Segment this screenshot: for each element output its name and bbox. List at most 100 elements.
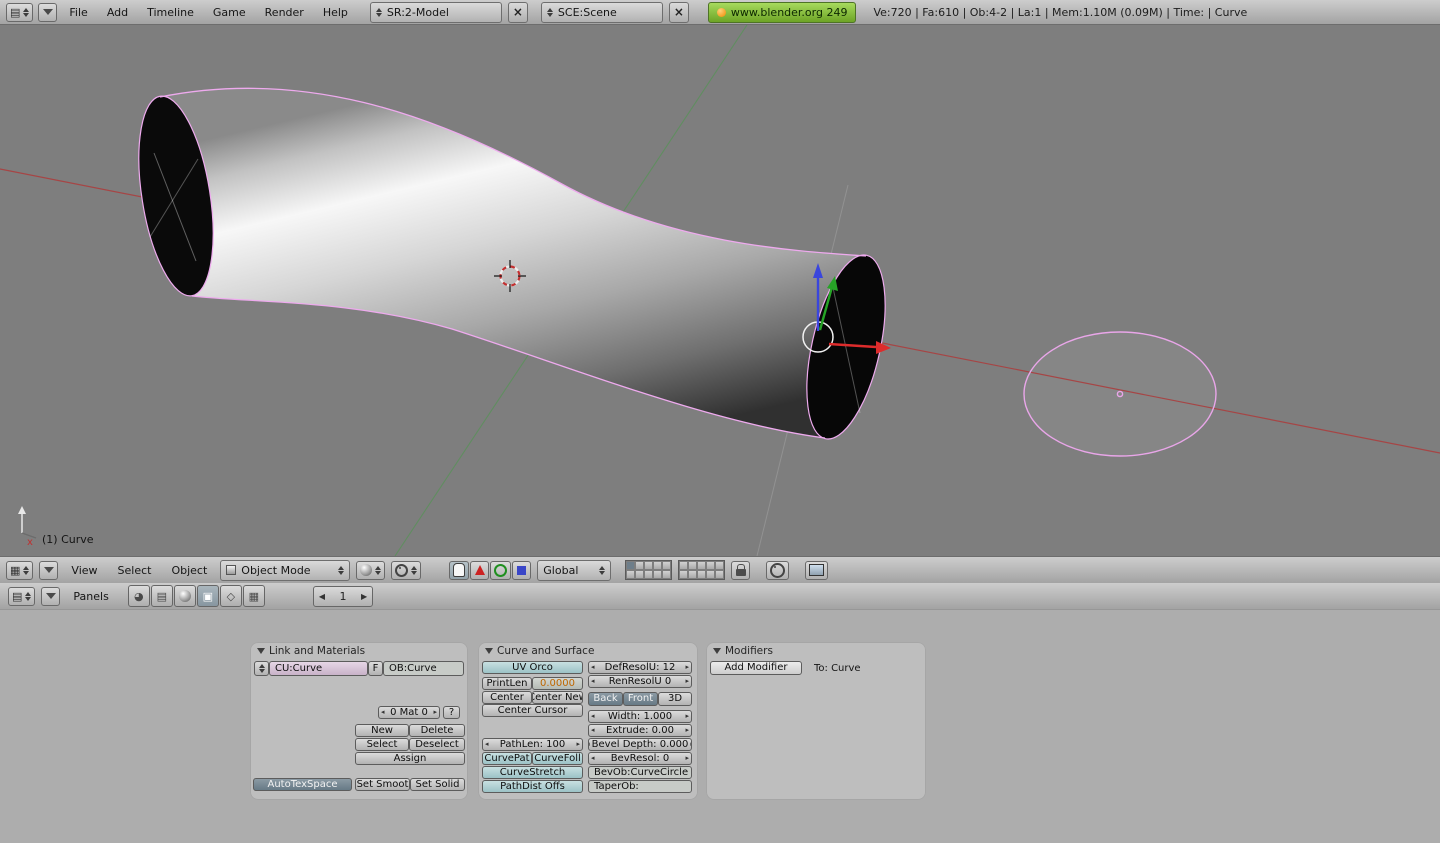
layer-10[interactable] [715,561,725,570]
num-right-icon[interactable]: ▸ [574,741,582,748]
snap-button[interactable] [766,560,790,580]
layer-16[interactable] [679,570,689,579]
printlen-toggle[interactable]: PrintLen [482,677,532,690]
layer-11[interactable] [626,570,636,579]
layer-1[interactable] [626,561,636,570]
layer-19[interactable] [706,570,716,579]
num-left-icon[interactable]: ◂ [483,741,491,748]
material-index-stepper[interactable]: ◂ 0 Mat 0 ▸ [378,706,440,719]
script-context-button[interactable]: ▤ [150,585,173,607]
select-button[interactable]: Select [355,738,409,751]
set-solid-button[interactable]: Set Solid [410,778,465,791]
center-button[interactable]: Center [482,691,532,704]
menu-render[interactable]: Render [258,6,311,19]
panel-collapse-icon[interactable] [713,648,721,654]
num-right-icon[interactable]: ▸ [683,727,691,734]
num-right-icon[interactable]: ▸ [683,678,691,685]
layer-17[interactable] [688,570,698,579]
curvepath-toggle[interactable]: CurvePat [482,752,532,765]
scene-context-button[interactable]: ▦ [242,585,265,607]
num-right-icon[interactable]: ▸ [431,709,439,716]
orientation-selector[interactable]: Global [537,559,612,581]
frame-prev-icon[interactable]: ◀ [314,592,330,601]
panel-collapse-icon[interactable] [257,648,265,654]
menu-add[interactable]: Add [100,6,135,19]
menu-file[interactable]: File [62,6,94,19]
front-toggle[interactable]: Front [623,692,658,706]
scene-delete-button[interactable]: × [668,1,689,23]
num-right-icon[interactable]: ▸ [683,713,691,720]
bevob-field[interactable]: BevOb:CurveCircle [588,766,692,779]
lock-view-button[interactable] [731,560,751,580]
object-name-field[interactable]: OB:Curve [383,661,464,676]
layer-4[interactable] [653,561,663,570]
back-toggle[interactable]: Back [588,692,623,706]
menu-object[interactable]: Object [164,564,214,577]
bevel-depth-field[interactable]: ◂ Bevel Depth: 0.000 ▸ [588,738,692,751]
frame-next-icon[interactable]: ▶ [356,592,372,601]
header-collapse-button[interactable] [38,2,58,22]
layer-6[interactable] [679,561,689,570]
autotexspace-toggle[interactable]: AutoTexSpace [253,778,352,791]
panel-collapse-icon[interactable] [485,648,493,654]
screen-delete-button[interactable]: × [507,1,528,23]
mode-selector[interactable]: Object Mode [220,559,351,581]
layer-buttons-group-1[interactable] [625,560,673,580]
curvefollow-toggle[interactable]: CurveFoll [532,752,583,765]
layer-5[interactable] [662,561,672,570]
frame-number-stepper[interactable]: ◀ 1 ▶ [312,585,374,607]
curve-datablock-field[interactable]: CU:Curve [269,661,368,676]
3d-viewport[interactable]: x (1) Curve [0,24,1440,557]
header-collapse-button[interactable] [41,586,61,606]
scale-manipulator-button[interactable] [512,560,532,580]
assign-button[interactable]: Assign [355,752,465,765]
layer-14[interactable] [653,570,663,579]
num-left-icon[interactable]: ◂ [589,664,597,671]
num-left-icon[interactable]: ◂ [589,727,597,734]
pivot-selector-button[interactable] [391,560,422,580]
rotate-manipulator-button[interactable] [490,560,512,580]
layer-3[interactable] [644,561,654,570]
num-right-icon[interactable]: ▸ [683,755,691,762]
layer-8[interactable] [697,561,707,570]
translate-manipulator-button[interactable] [470,560,490,580]
layer-20[interactable] [715,570,725,579]
layer-9[interactable] [706,561,716,570]
add-modifier-button[interactable]: Add Modifier [710,661,802,675]
object-context-button[interactable]: ◇ [219,585,242,607]
viewport-canvas[interactable]: x [0,24,1440,557]
window-type-button[interactable]: ▦ [6,560,34,580]
pathdist-offs-toggle[interactable]: PathDist Offs [482,780,583,793]
render-preview-button[interactable] [805,560,829,580]
layer-7[interactable] [688,561,698,570]
extrude-field[interactable]: ◂ Extrude: 0.00 ▸ [588,724,692,737]
menu-timeline[interactable]: Timeline [140,6,201,19]
menu-game[interactable]: Game [206,6,253,19]
header-collapse-button[interactable] [39,560,59,580]
menu-help[interactable]: Help [316,6,355,19]
num-left-icon[interactable]: ◂ [589,755,597,762]
delete-material-button[interactable]: Delete [409,724,465,737]
width-field[interactable]: ◂ Width: 1.000 ▸ [588,710,692,723]
num-right-icon[interactable]: ▸ [688,741,691,748]
uv-orco-toggle[interactable]: UV Orco [482,661,583,674]
3d-toggle[interactable]: 3D [658,692,692,706]
logic-context-button[interactable]: ◕ [127,585,150,607]
layer-13[interactable] [644,570,654,579]
num-left-icon[interactable]: ◂ [379,709,387,716]
material-help-button[interactable]: ? [443,706,460,719]
draw-type-button[interactable] [356,560,386,580]
window-type-button[interactable]: ▤ [6,2,34,22]
defresolu-field[interactable]: ◂ DefResolU: 12 ▸ [588,661,692,674]
layer-18[interactable] [697,570,707,579]
browse-curve-datablock-button[interactable] [254,661,269,676]
num-left-icon[interactable]: ◂ [589,678,597,685]
curvestretch-toggle[interactable]: CurveStretch [482,766,583,779]
layer-buttons-group-2[interactable] [678,560,726,580]
shading-context-button[interactable] [173,585,196,607]
set-smooth-button[interactable]: Set Smoot [355,778,410,791]
layer-15[interactable] [662,570,672,579]
fake-user-button[interactable]: F [368,661,383,676]
bevresol-field[interactable]: ◂ BevResol: 0 ▸ [588,752,692,765]
manipulator-toggle-button[interactable] [449,560,470,580]
